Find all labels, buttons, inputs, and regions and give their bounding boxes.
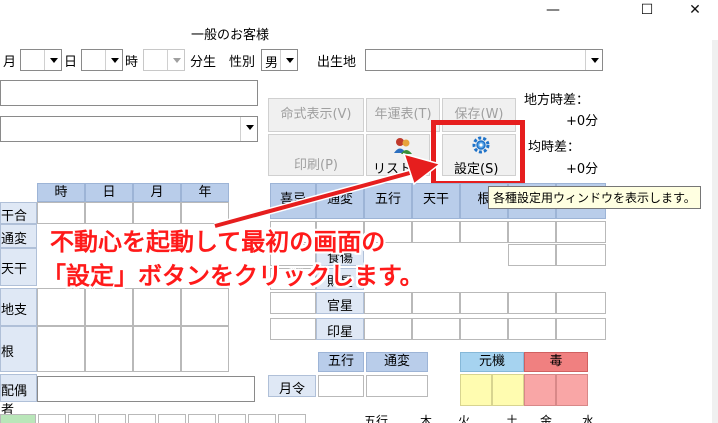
annotation-line-1: 不動心を起動して最初の画面の: [50, 228, 386, 256]
annotation-arrow: [214, 152, 442, 230]
annotation-line-2: 「設定」ボタンをクリックします。: [42, 262, 424, 290]
